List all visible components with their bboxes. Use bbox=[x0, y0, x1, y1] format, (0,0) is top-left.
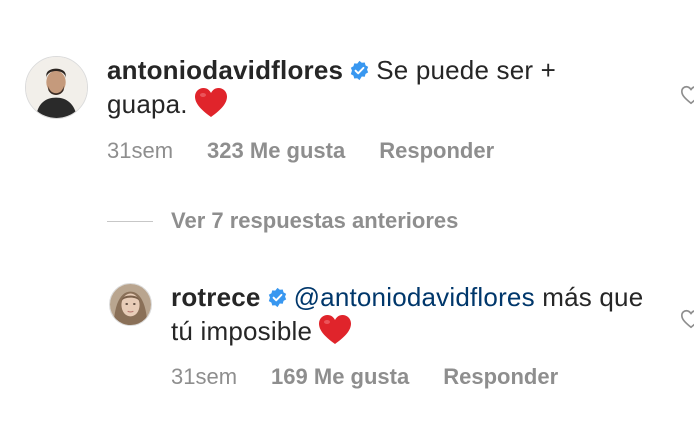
verified-badge-icon bbox=[267, 287, 288, 308]
timestamp[interactable]: 31sem bbox=[107, 138, 173, 164]
red-heart-emoji bbox=[194, 87, 228, 119]
reply-button[interactable]: Responder bbox=[379, 138, 494, 164]
heart-outline-icon[interactable] bbox=[680, 84, 694, 106]
verified-badge-icon bbox=[349, 60, 370, 81]
avatar[interactable] bbox=[25, 56, 88, 119]
divider-line bbox=[107, 220, 153, 222]
comment-meta: 31sem 169 Me gusta Responder bbox=[171, 364, 558, 390]
view-replies-label: Ver 7 respuestas anteriores bbox=[171, 208, 459, 233]
comment-text: rotrece @antoniodavidflores más que tú im… bbox=[171, 281, 651, 348]
username[interactable]: antoniodavidflores bbox=[107, 55, 343, 85]
mention-link[interactable]: @antoniodavidflores bbox=[294, 282, 535, 312]
red-heart-emoji bbox=[318, 314, 352, 346]
username[interactable]: rotrece bbox=[171, 282, 261, 312]
likes-count[interactable]: 323 Me gusta bbox=[207, 138, 345, 164]
likes-count[interactable]: 169 Me gusta bbox=[271, 364, 409, 390]
comment-text: antoniodavidflores Se puede ser + guapa. bbox=[107, 54, 627, 121]
reply-button[interactable]: Responder bbox=[443, 364, 558, 390]
timestamp[interactable]: 31sem bbox=[171, 364, 237, 390]
avatar[interactable] bbox=[109, 283, 152, 326]
heart-outline-icon[interactable] bbox=[680, 308, 694, 330]
comment-meta: 31sem 323 Me gusta Responder bbox=[107, 138, 494, 164]
view-previous-replies-button[interactable]: Ver 7 respuestas anteriores bbox=[107, 208, 458, 234]
